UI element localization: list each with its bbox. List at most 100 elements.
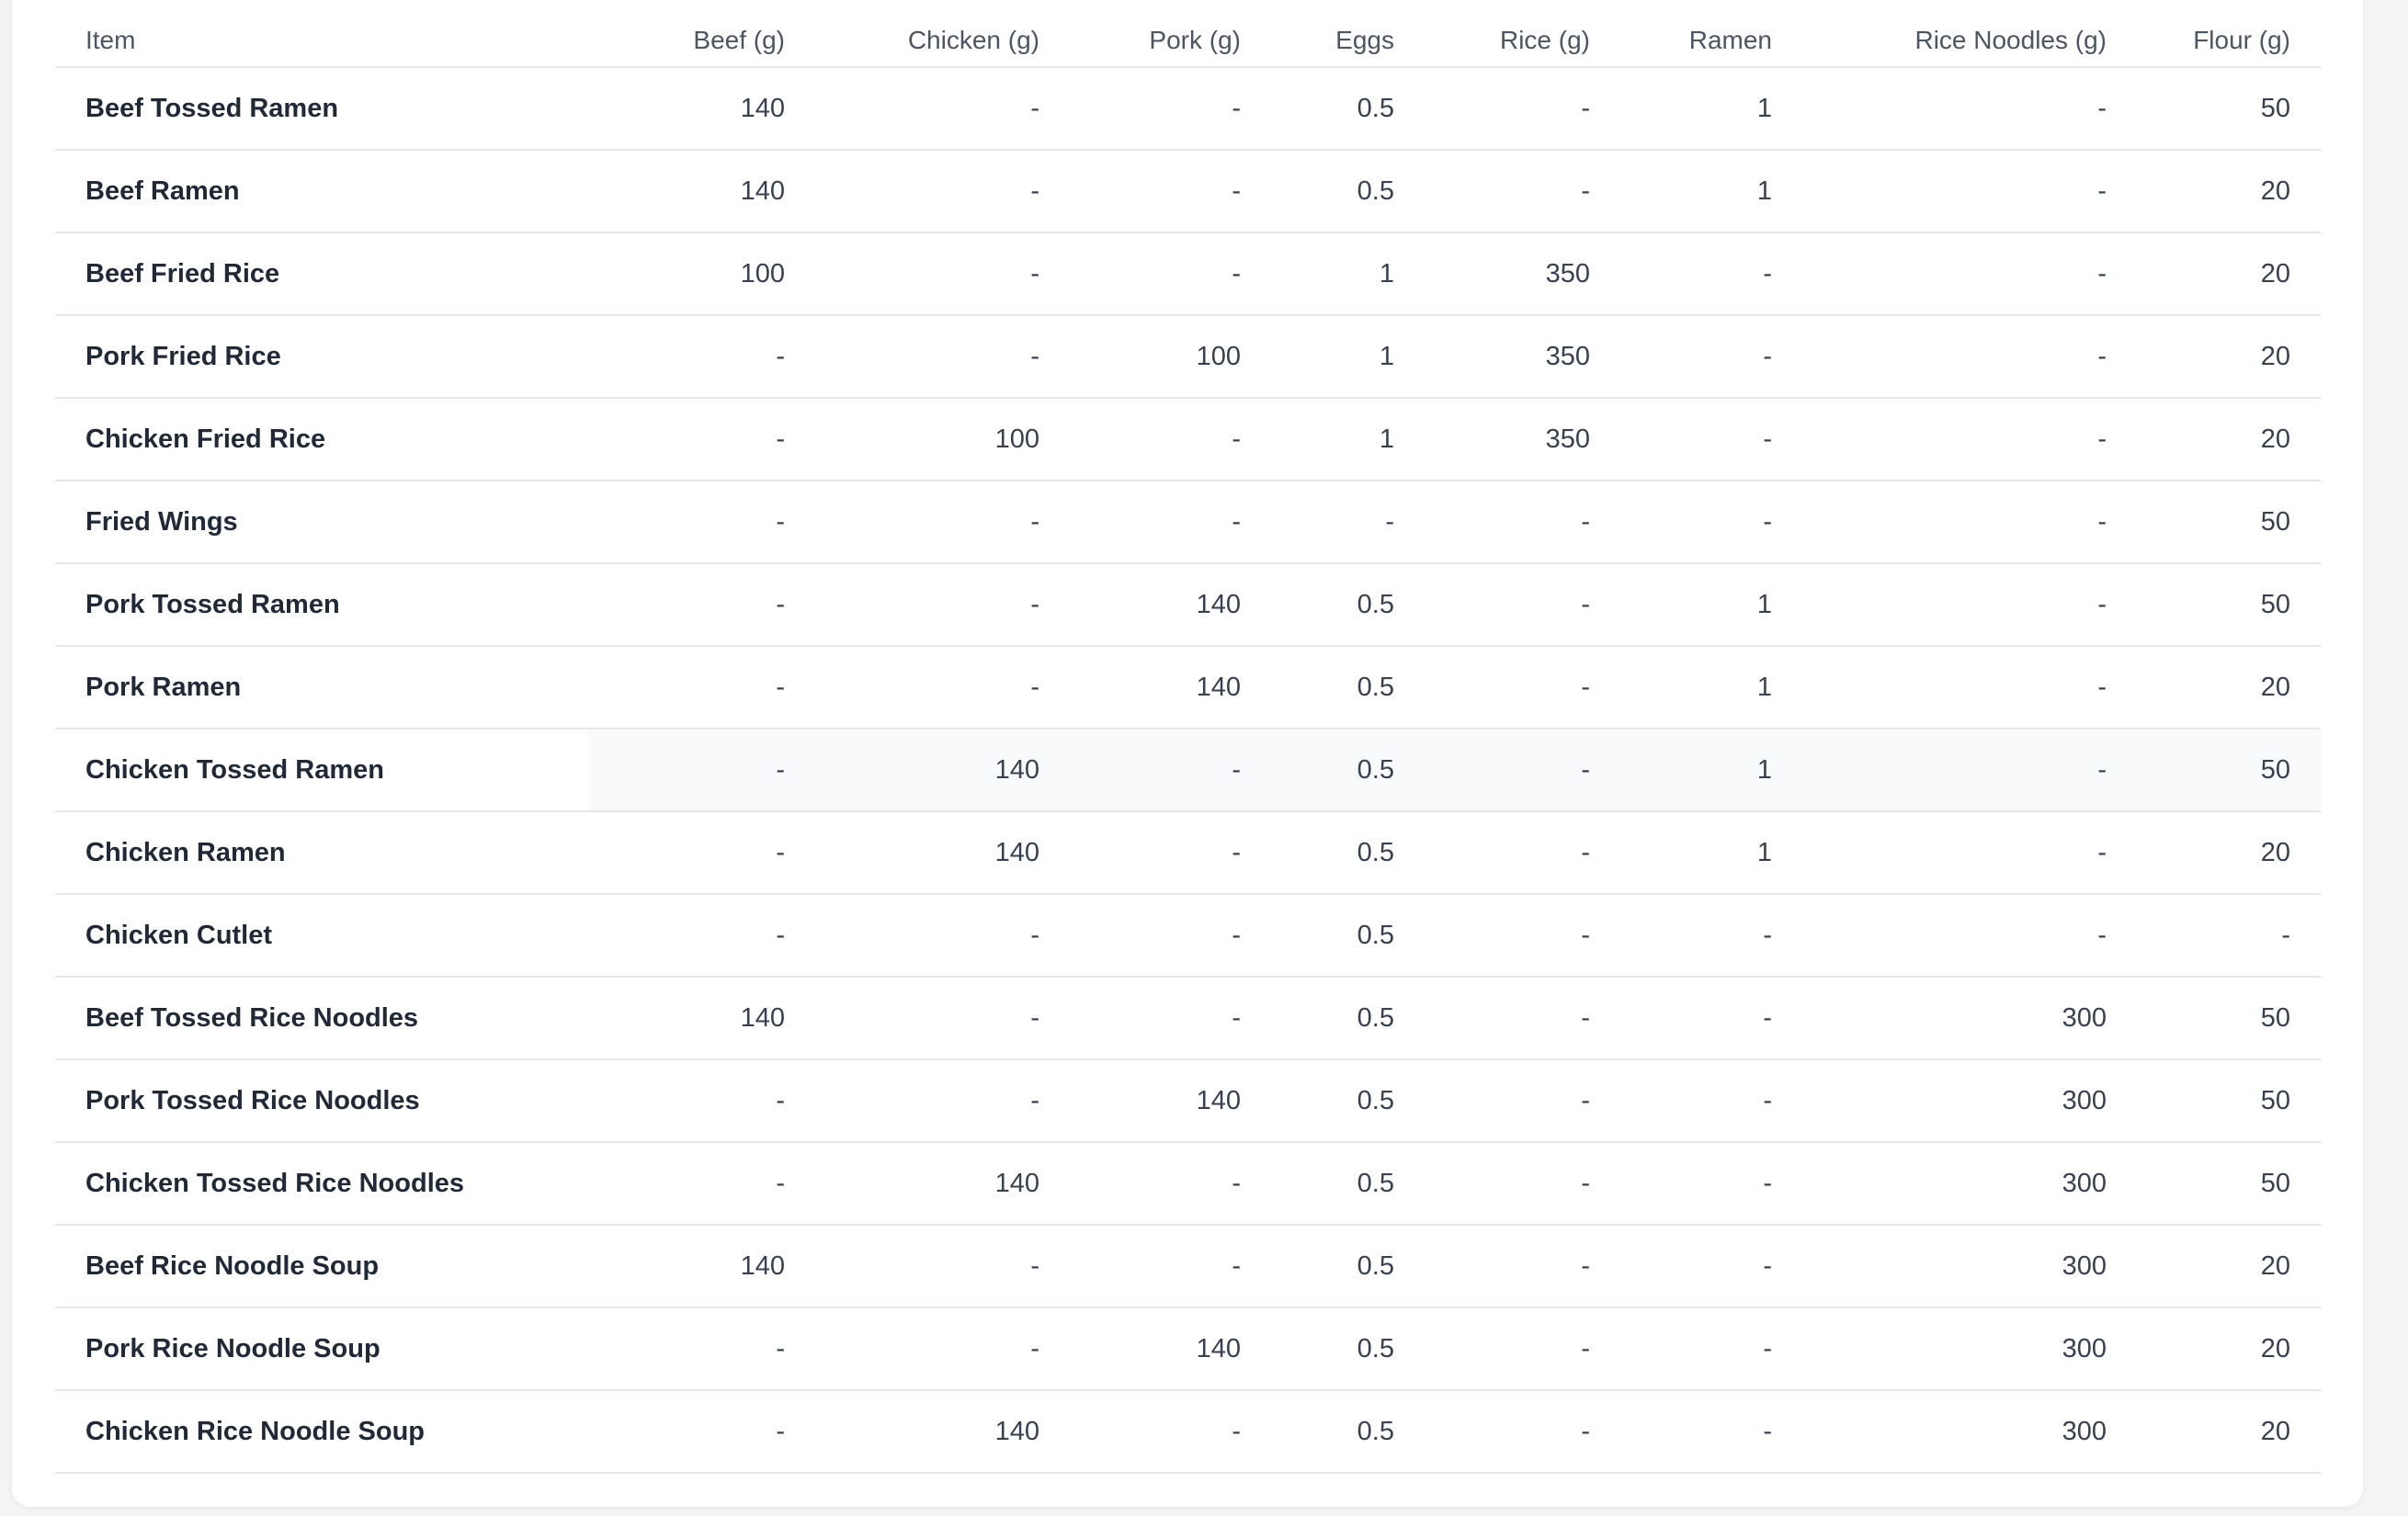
cell-pork: - <box>1070 481 1271 564</box>
cell-chicken: - <box>815 1225 1070 1308</box>
cell-beef: - <box>588 1307 815 1391</box>
table-row[interactable]: Beef Ramen 140- -0.5-1-20 <box>55 150 2321 233</box>
cell-pork: - <box>1070 1390 1271 1474</box>
cell-beef: - <box>588 398 815 481</box>
cell-pork: 100 <box>1070 315 1271 399</box>
table-row[interactable]: Chicken Fried Rice -100-1 350- -20 <box>55 398 2321 481</box>
table-row[interactable]: Pork Fried Rice - -100 1 350- -20 <box>55 315 2321 399</box>
cell-beef: - <box>588 1059 815 1143</box>
table-row[interactable]: Chicken Tossed Ramen -140-0.5-1-50 <box>55 729 2321 812</box>
table-row[interactable]: Pork Rice Noodle Soup - -140 0.5- -300 20 <box>55 1307 2321 1391</box>
cell-chicken: - <box>815 67 1070 151</box>
cell-pork: 140 <box>1070 1307 1271 1391</box>
cell-item: Beef Rice Noodle Soup <box>55 1225 588 1308</box>
column-header-flour[interactable]: Flour (g) <box>2137 0 2321 68</box>
cell-flour: 50 <box>2137 481 2321 564</box>
cell-beef: - <box>588 729 815 812</box>
cell-eggs: 0.5 <box>1271 646 1425 730</box>
cell-rice-noodles: - <box>1802 646 2137 730</box>
cell-flour: 20 <box>2137 315 2321 399</box>
cell-ramen: 1 <box>1620 563 1802 647</box>
table-row[interactable]: Pork Tossed Rice Noodles - -140 0.5- -300 50 <box>55 1059 2321 1143</box>
cell-rice: - <box>1425 894 1620 978</box>
table-row[interactable]: Chicken Cutlet - - -0.5- - - - <box>55 894 2321 978</box>
cell-item: Pork Rice Noodle Soup <box>55 1307 588 1391</box>
cell-flour: 50 <box>2137 977 2321 1060</box>
cell-pork: 140 <box>1070 646 1271 730</box>
table-row[interactable]: Beef Rice Noodle Soup 140- -0.5- -300 20 <box>55 1225 2321 1308</box>
cell-chicken: - <box>815 894 1070 978</box>
cell-chicken: 140 <box>815 1142 1070 1226</box>
column-header-eggs[interactable]: Eggs <box>1271 0 1425 68</box>
column-header-rice[interactable]: Rice (g) <box>1425 0 1620 68</box>
column-header-pork[interactable]: Pork (g) <box>1070 0 1271 68</box>
cell-flour: 20 <box>2137 811 2321 895</box>
table-row[interactable]: Chicken Rice Noodle Soup -140-0.5- -300 20 <box>55 1390 2321 1474</box>
cell-ramen: 1 <box>1620 729 1802 812</box>
cell-item: Pork Ramen <box>55 646 588 730</box>
cell-eggs: 0.5 <box>1271 811 1425 895</box>
cell-ramen: - <box>1620 977 1802 1060</box>
table-row[interactable]: Chicken Tossed Rice Noodles -140-0.5- -300… <box>55 1142 2321 1226</box>
cell-flour: 20 <box>2137 232 2321 316</box>
cell-rice-noodles: - <box>1802 729 2137 812</box>
cell-rice-noodles: 300 <box>1802 1307 2137 1391</box>
cell-chicken: - <box>815 563 1070 647</box>
cell-flour: 50 <box>2137 729 2321 812</box>
cell-chicken: - <box>815 150 1070 233</box>
cell-pork: - <box>1070 1142 1271 1226</box>
cell-ramen: 1 <box>1620 67 1802 151</box>
cell-beef: - <box>588 811 815 895</box>
cell-pork: - <box>1070 232 1271 316</box>
table-body: Beef Tossed Ramen 140- -0.5-1-50 Beef Ramen… <box>55 67 2321 1474</box>
table-row[interactable]: Beef Tossed Rice Noodles 140- -0.5- -300 50 <box>55 977 2321 1060</box>
cell-beef: - <box>588 894 815 978</box>
cell-pork: - <box>1070 67 1271 151</box>
cell-flour: 20 <box>2137 150 2321 233</box>
cell-chicken: 140 <box>815 811 1070 895</box>
cell-eggs: 0.5 <box>1271 729 1425 812</box>
cell-item: Beef Ramen <box>55 150 588 233</box>
cell-rice: - <box>1425 1390 1620 1474</box>
table-row[interactable]: Fried Wings - - - - - - -50 <box>55 481 2321 564</box>
cell-rice-noodles: 300 <box>1802 977 2137 1060</box>
table-row[interactable]: Beef Fried Rice 100- -1 350- -20 <box>55 232 2321 316</box>
table-row[interactable]: Chicken Ramen -140-0.5-1-20 <box>55 811 2321 895</box>
cell-pork: - <box>1070 398 1271 481</box>
column-header-ramen[interactable]: Ramen <box>1620 0 1802 68</box>
cell-chicken: - <box>815 646 1070 730</box>
cell-rice: - <box>1425 811 1620 895</box>
cell-beef: - <box>588 481 815 564</box>
cell-item: Chicken Ramen <box>55 811 588 895</box>
cell-eggs: 1 <box>1271 398 1425 481</box>
cell-eggs: 0.5 <box>1271 1142 1425 1226</box>
column-header-rice-noodles[interactable]: Rice Noodles (g) <box>1802 0 2137 68</box>
cell-rice-noodles: - <box>1802 232 2137 316</box>
cell-chicken: - <box>815 1059 1070 1143</box>
header-row: Item Beef (g) Chicken (g) Pork (g) Eggs … <box>55 0 2321 68</box>
cell-rice: - <box>1425 150 1620 233</box>
table-row[interactable]: Pork Ramen - -140 0.5-1-20 <box>55 646 2321 730</box>
cell-chicken: - <box>815 315 1070 399</box>
cell-chicken: - <box>815 481 1070 564</box>
cell-rice: - <box>1425 1225 1620 1308</box>
cell-eggs: 0.5 <box>1271 150 1425 233</box>
cell-rice-noodles: - <box>1802 811 2137 895</box>
table-row[interactable]: Pork Tossed Ramen - -140 0.5-1-50 <box>55 563 2321 647</box>
cell-rice: - <box>1425 563 1620 647</box>
cell-ramen: - <box>1620 315 1802 399</box>
cell-rice: 350 <box>1425 315 1620 399</box>
cell-ramen: 1 <box>1620 150 1802 233</box>
cell-pork: 140 <box>1070 563 1271 647</box>
column-header-beef[interactable]: Beef (g) <box>588 0 815 68</box>
cell-ramen: - <box>1620 481 1802 564</box>
cell-eggs: 0.5 <box>1271 977 1425 1060</box>
cell-rice: 350 <box>1425 398 1620 481</box>
table-row[interactable]: Beef Tossed Ramen 140- -0.5-1-50 <box>55 67 2321 151</box>
cell-beef: - <box>588 1390 815 1474</box>
column-header-item[interactable]: Item <box>55 0 588 68</box>
cell-eggs: 0.5 <box>1271 563 1425 647</box>
cell-beef: 100 <box>588 232 815 316</box>
column-header-chicken[interactable]: Chicken (g) <box>815 0 1070 68</box>
ingredients-card: Item Beef (g) Chicken (g) Pork (g) Eggs … <box>12 0 2363 1507</box>
